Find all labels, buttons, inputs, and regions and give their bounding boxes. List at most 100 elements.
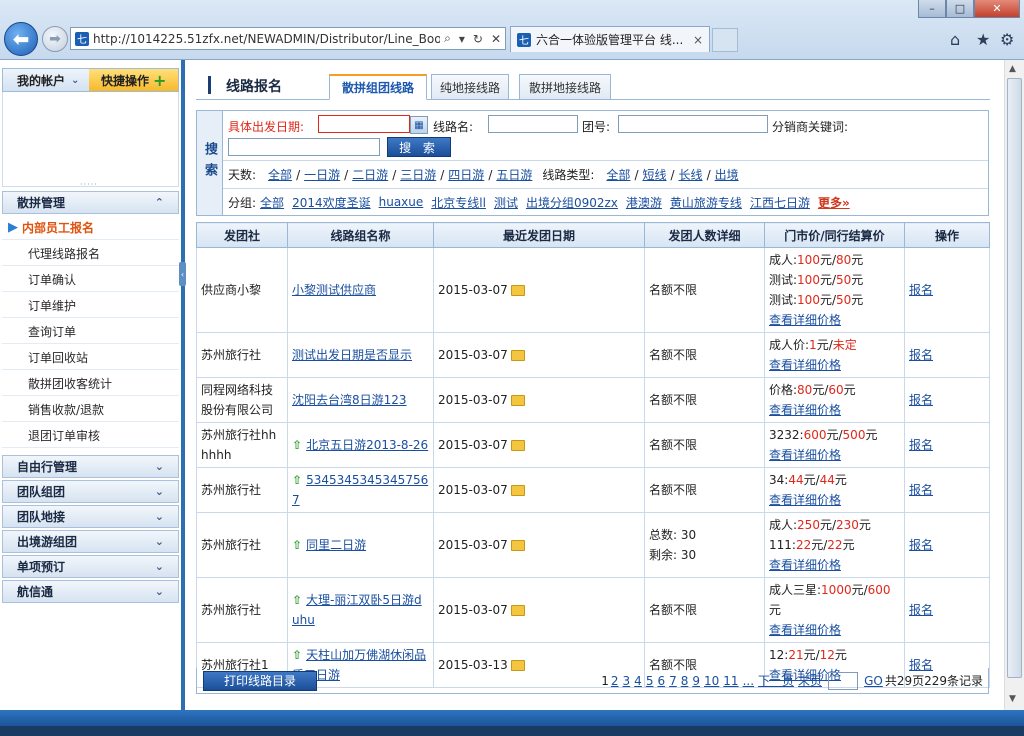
sidebar-section-outbound[interactable]: 出境游组团 ⌄ <box>2 530 179 553</box>
sidebar-section-airline[interactable]: 航信通 ⌄ <box>2 580 179 603</box>
resize-grip-icon[interactable]: ····· <box>80 180 98 189</box>
group-filter[interactable]: 江西七日游 <box>750 194 810 211</box>
page-link[interactable]: 3 <box>623 674 631 688</box>
new-tab-button[interactable] <box>712 28 738 52</box>
page-link-more[interactable]: ... <box>743 674 754 688</box>
days-filter-all[interactable]: 全部 <box>268 166 292 183</box>
signup-link[interactable]: 报名 <box>909 603 933 617</box>
last-page-link[interactable]: 末页 <box>798 672 822 689</box>
address-url[interactable]: http://1014225.51zfx.net/NEWADMIN/Distri… <box>93 32 440 46</box>
tab-sanpin-lines[interactable]: 散拼组团线路 <box>329 74 427 100</box>
line-name-link[interactable]: 大理-丽江双卧5日游duhu <box>292 593 422 627</box>
page-link[interactable]: 10 <box>704 674 719 688</box>
group-filter[interactable]: huaxue <box>379 195 424 209</box>
group-filter[interactable]: 全部 <box>260 194 284 211</box>
page-link[interactable]: 11 <box>723 674 738 688</box>
print-lines-button[interactable]: 打印线路目录 <box>203 670 317 691</box>
stop-icon[interactable]: ✕ <box>487 32 505 46</box>
search-icon[interactable]: ⌕ <box>440 31 455 46</box>
browser-tab[interactable]: 七 六合一体验版管理平台 线... × <box>510 26 710 52</box>
page-jump-input[interactable] <box>828 671 859 690</box>
days-filter-3[interactable]: 三日游 <box>400 166 436 183</box>
line-type-all[interactable]: 全部 <box>606 166 630 183</box>
signup-link[interactable]: 报名 <box>909 393 933 407</box>
line-type-outbound[interactable]: 出境 <box>715 166 739 183</box>
line-name-link[interactable]: 测试出发日期是否显示 <box>292 348 412 362</box>
tab-sanpin-local-lines[interactable]: 散拼地接线路 <box>519 74 611 100</box>
scrollbar-thumb[interactable] <box>1007 78 1022 678</box>
departure-date-input[interactable] <box>318 115 410 133</box>
dropdown-icon[interactable]: ▾ <box>455 32 469 46</box>
favorites-star-icon[interactable]: ★ <box>976 30 990 49</box>
line-type-short[interactable]: 短线 <box>642 166 666 183</box>
vertical-scrollbar[interactable]: ▲ ▼ <box>1004 60 1024 710</box>
sidebar-section-group-tour[interactable]: 团队组团 ⌄ <box>2 480 179 503</box>
sidebar-section-single-booking[interactable]: 单项预订 ⌄ <box>2 555 179 578</box>
window-minimize-button[interactable]: – <box>918 0 946 18</box>
folder-icon[interactable] <box>510 350 525 361</box>
tab-close-icon[interactable]: × <box>693 33 703 47</box>
my-account-tab[interactable]: 我的帐户 ⌄ <box>3 69 89 91</box>
page-link[interactable]: 7 <box>669 674 677 688</box>
signup-link[interactable]: 报名 <box>909 538 933 552</box>
price-detail-link[interactable]: 查看详细价格 <box>769 313 841 327</box>
line-name-link[interactable]: 沈阳去台湾8日游123 <box>292 393 407 407</box>
signup-link[interactable]: 报名 <box>909 348 933 362</box>
line-name-link[interactable]: 53453453453457567 <box>292 473 428 507</box>
signup-link[interactable]: 报名 <box>909 283 933 297</box>
group-filter[interactable]: 北京专线ll <box>431 194 486 211</box>
folder-icon[interactable] <box>510 440 525 451</box>
folder-icon[interactable] <box>510 285 525 296</box>
page-link[interactable]: 6 <box>657 674 665 688</box>
page-link[interactable]: 5 <box>646 674 654 688</box>
price-detail-link[interactable]: 查看详细价格 <box>769 493 841 507</box>
days-filter-1[interactable]: 一日游 <box>304 166 340 183</box>
sidebar-item-order-confirm[interactable]: 订单确认 <box>2 267 179 292</box>
sidebar-item-sales-refund[interactable]: 销售收款/退款 <box>2 397 179 422</box>
window-close-button[interactable]: ✕ <box>974 0 1020 18</box>
group-filter[interactable]: 黄山旅游专线 <box>670 194 742 211</box>
signup-link[interactable]: 报名 <box>909 483 933 497</box>
tab-local-lines[interactable]: 纯地接线路 <box>431 74 509 100</box>
group-filter[interactable]: 出境分组0902zx <box>526 194 618 211</box>
next-page-link[interactable]: 下一页 <box>758 672 794 689</box>
sidebar-item-cancel-audit[interactable]: 退团订单审核 <box>2 423 179 448</box>
plus-icon[interactable]: + <box>153 71 166 90</box>
page-link[interactable]: 8 <box>681 674 689 688</box>
group-filter[interactable]: 2014欢度圣诞 <box>292 194 371 211</box>
sidebar-section-sanpin[interactable]: 散拼管理 ⌃ <box>2 191 179 214</box>
price-detail-link[interactable]: 查看详细价格 <box>769 448 841 462</box>
sidebar-item-customer-stats[interactable]: 散拼团收客统计 <box>2 371 179 396</box>
line-type-long[interactable]: 长线 <box>679 166 703 183</box>
days-filter-2[interactable]: 二日游 <box>352 166 388 183</box>
page-link[interactable]: 4 <box>634 674 642 688</box>
group-filter[interactable]: 港澳游 <box>626 194 662 211</box>
forward-arrow-icon[interactable]: ➡ <box>42 26 68 52</box>
days-filter-5[interactable]: 五日游 <box>496 166 532 183</box>
days-filter-4[interactable]: 四日游 <box>448 166 484 183</box>
sidebar-item-agent-signup[interactable]: 代理线路报名 <box>2 241 179 266</box>
group-number-input[interactable] <box>618 115 768 133</box>
sidebar-item-order-maintain[interactable]: 订单维护 <box>2 293 179 318</box>
calendar-icon[interactable]: ▦ <box>410 116 428 134</box>
line-name-link[interactable]: 北京五日游2013-8-26 <box>306 438 428 452</box>
search-button[interactable]: 搜 索 <box>387 137 451 157</box>
scroll-down-icon[interactable]: ▼ <box>1009 694 1016 704</box>
sidebar-item-order-recycle[interactable]: 订单回收站 <box>2 345 179 370</box>
back-arrow-icon[interactable]: ⬅ <box>4 22 38 56</box>
folder-icon[interactable] <box>510 485 525 496</box>
distributor-keyword-input[interactable] <box>228 138 380 156</box>
window-maximize-button[interactable]: □ <box>946 0 974 18</box>
home-icon[interactable]: ⌂ <box>950 30 960 49</box>
settings-gear-icon[interactable]: ⚙ <box>1000 30 1014 49</box>
page-link[interactable]: 9 <box>692 674 700 688</box>
more-groups-link[interactable]: 更多» <box>818 194 850 211</box>
line-name-link[interactable]: 同里二日游 <box>306 538 366 552</box>
page-link[interactable]: 2 <box>611 674 619 688</box>
price-detail-link[interactable]: 查看详细价格 <box>769 558 841 572</box>
folder-icon[interactable] <box>510 540 525 551</box>
sidebar-item-order-query[interactable]: 查询订单 <box>2 319 179 344</box>
quick-actions-tab[interactable]: 快捷操作 + <box>89 69 178 91</box>
sidebar-section-group-local[interactable]: 团队地接 ⌄ <box>2 505 179 528</box>
signup-link[interactable]: 报名 <box>909 438 933 452</box>
